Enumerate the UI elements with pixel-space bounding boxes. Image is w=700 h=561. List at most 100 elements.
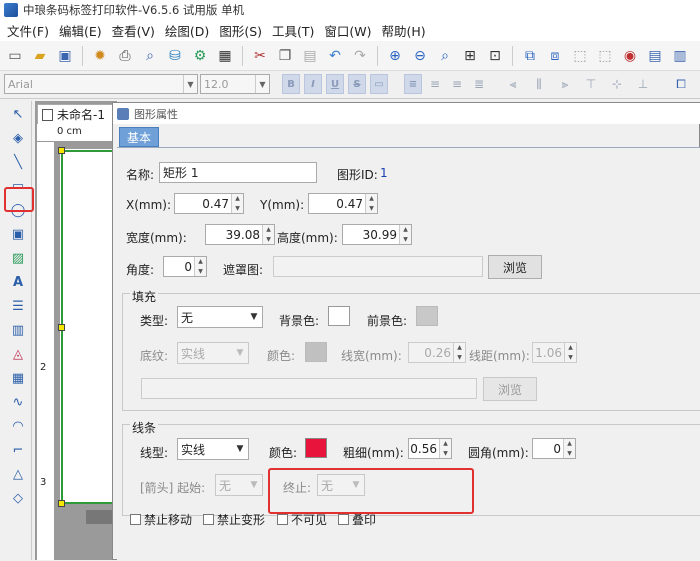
justify-icon[interactable]: ≣ <box>470 74 488 94</box>
curve-tool-icon[interactable]: ∿ <box>6 391 30 413</box>
resize-handle[interactable] <box>58 147 65 154</box>
corner-input[interactable]: 0 ▲ ▼ <box>532 438 576 459</box>
spinner-icon[interactable]: ▲ ▼ <box>399 225 411 244</box>
spinner-icon[interactable]: ▲ ▼ <box>439 439 451 458</box>
spinner-icon[interactable]: ▲ ▼ <box>453 343 465 362</box>
align-left-icon[interactable]: ≡ <box>404 74 422 94</box>
fill-type-select[interactable]: 无 ▼ <box>177 306 263 328</box>
menu-tools[interactable]: 工具(T) <box>267 21 319 40</box>
cut-icon[interactable]: ✂ <box>249 45 271 67</box>
width-input[interactable]: 39.08 ▲ ▼ <box>205 224 275 245</box>
thickness-input[interactable]: 0.56 ▲ ▼ <box>408 438 452 459</box>
document-tab[interactable]: 未命名-1 <box>37 104 117 124</box>
text-tool-icon[interactable]: A <box>6 271 30 293</box>
align-objects-center-icon[interactable]: ⫼ <box>530 74 548 94</box>
ungroup-icon[interactable]: ⧈ <box>544 45 566 67</box>
align-objects-top-icon[interactable]: ⊤ <box>582 74 600 94</box>
arrow-start-select[interactable]: 无 ▼ <box>215 474 263 496</box>
grid-icon[interactable]: ▦ <box>214 45 236 67</box>
format-option-icon[interactable]: ▭ <box>370 74 388 94</box>
align-right-icon[interactable]: ≡ <box>448 74 466 94</box>
paste-icon[interactable]: ▤ <box>299 45 321 67</box>
copy-icon[interactable]: ❐ <box>274 45 296 67</box>
triangle-tool-icon[interactable]: △ <box>6 463 30 485</box>
tab-basic[interactable]: 基本 <box>119 127 159 147</box>
spinner-icon[interactable]: ▲ ▼ <box>231 194 243 213</box>
bg-color-swatch[interactable] <box>328 306 350 326</box>
menu-window[interactable]: 窗口(W) <box>319 21 376 40</box>
visibility-icon[interactable]: ◉ <box>619 45 641 67</box>
underline-button[interactable]: U <box>326 74 344 94</box>
menu-help[interactable]: 帮助(H) <box>377 21 431 40</box>
font-name-select[interactable]: Arial ▼ <box>4 74 198 94</box>
spinner-icon[interactable]: ▲ ▼ <box>365 194 377 213</box>
align-objects-middle-icon[interactable]: ⊹ <box>608 74 626 94</box>
spinner-icon[interactable]: ▲ ▼ <box>262 225 274 244</box>
line-width-input[interactable]: 0.26 ▲ ▼ <box>408 342 466 363</box>
scroll-thumb[interactable] <box>86 510 114 524</box>
multiline-text-icon[interactable]: ☰ <box>6 295 30 317</box>
table-tool-icon[interactable]: ▦ <box>6 367 30 389</box>
mask-browse-button[interactable]: 浏览 <box>488 255 542 279</box>
save-icon[interactable]: ▣ <box>54 45 76 67</box>
spinner-icon[interactable]: ▲ ▼ <box>194 257 206 276</box>
align-objects-right-icon[interactable]: ⫸ <box>556 74 574 94</box>
menu-draw[interactable]: 绘图(D) <box>160 21 214 40</box>
fill-color-swatch[interactable] <box>305 342 327 362</box>
name-input[interactable]: 矩形 1 <box>159 162 317 183</box>
image-tool-icon[interactable]: ▣ <box>6 223 30 245</box>
settings-gear-icon[interactable]: ✹ <box>89 45 111 67</box>
database-icon[interactable]: ⛁ <box>164 45 186 67</box>
fit-page-icon[interactable]: ⊞ <box>459 45 481 67</box>
select-group-icon[interactable]: ⬚ <box>569 45 591 67</box>
lock-resize-checkbox[interactable] <box>203 514 214 525</box>
line-color-swatch[interactable] <box>305 438 327 458</box>
lock-move-checkbox[interactable] <box>130 514 141 525</box>
lock-icon[interactable]: ▤ <box>644 45 666 67</box>
align-objects-left-icon[interactable]: ⫷ <box>504 74 522 94</box>
line-spacing-input[interactable]: 1.06 ▲ ▼ <box>532 342 577 363</box>
mask-input[interactable] <box>273 256 483 277</box>
print-preview-icon[interactable]: ⌕ <box>139 45 161 67</box>
bold-button[interactable]: B <box>282 74 300 94</box>
shape-tool-icon[interactable]: ◬ <box>6 343 30 365</box>
spinner-icon[interactable]: ▲ ▼ <box>563 439 575 458</box>
invisible-checkbox[interactable] <box>277 514 288 525</box>
align-center-icon[interactable]: ≡ <box>426 74 444 94</box>
strikethrough-button[interactable]: S <box>348 74 366 94</box>
font-size-select[interactable]: 12.0 ▼ <box>200 74 270 94</box>
pointer-icon[interactable]: ↖ <box>6 103 30 125</box>
zoom-in-icon[interactable]: ⊕ <box>384 45 406 67</box>
menu-view[interactable]: 查看(V) <box>107 21 160 40</box>
spinner-icon[interactable]: ▲ ▼ <box>564 343 576 362</box>
line-tool-icon[interactable]: ╲ <box>6 151 30 173</box>
italic-button[interactable]: I <box>304 74 322 94</box>
pattern-select[interactable]: 实线 ▼ <box>177 342 249 364</box>
align-group-icon[interactable]: ⬚ <box>594 45 616 67</box>
zoom-out-icon[interactable]: ⊖ <box>409 45 431 67</box>
zoom-icon[interactable]: ⌕ <box>434 45 456 67</box>
barcode-tool-icon[interactable]: ▥ <box>6 319 30 341</box>
polyline-tool-icon[interactable]: ⌐ <box>6 439 30 461</box>
diamond-tool-icon[interactable]: ◇ <box>6 487 30 509</box>
align-objects-bottom-icon[interactable]: ⊥ <box>634 74 652 94</box>
actual-size-icon[interactable]: ⊡ <box>484 45 506 67</box>
new-file-icon[interactable]: ▭ <box>4 45 26 67</box>
distribute-icon[interactable]: ⧠ <box>672 74 690 94</box>
picture-tool-icon[interactable]: ▨ <box>6 247 30 269</box>
resize-handle[interactable] <box>58 500 65 507</box>
fg-color-swatch[interactable] <box>416 306 438 326</box>
unlock-icon[interactable]: ▥ <box>669 45 691 67</box>
menu-edit[interactable]: 编辑(E) <box>54 21 107 40</box>
arc-tool-icon[interactable]: ◠ <box>6 415 30 437</box>
line-style-select[interactable]: 实线 ▼ <box>177 438 249 460</box>
resize-handle[interactable] <box>58 324 65 331</box>
pan-icon[interactable]: ◈ <box>6 127 30 149</box>
x-input[interactable]: 0.47 ▲ ▼ <box>174 193 244 214</box>
database-settings-icon[interactable]: ⚙ <box>189 45 211 67</box>
fill-image-input[interactable] <box>141 378 477 399</box>
overprint-checkbox[interactable] <box>338 514 349 525</box>
menu-shape[interactable]: 图形(S) <box>214 21 267 40</box>
open-folder-icon[interactable]: ▰ <box>29 45 51 67</box>
redo-icon[interactable]: ↷ <box>349 45 371 67</box>
